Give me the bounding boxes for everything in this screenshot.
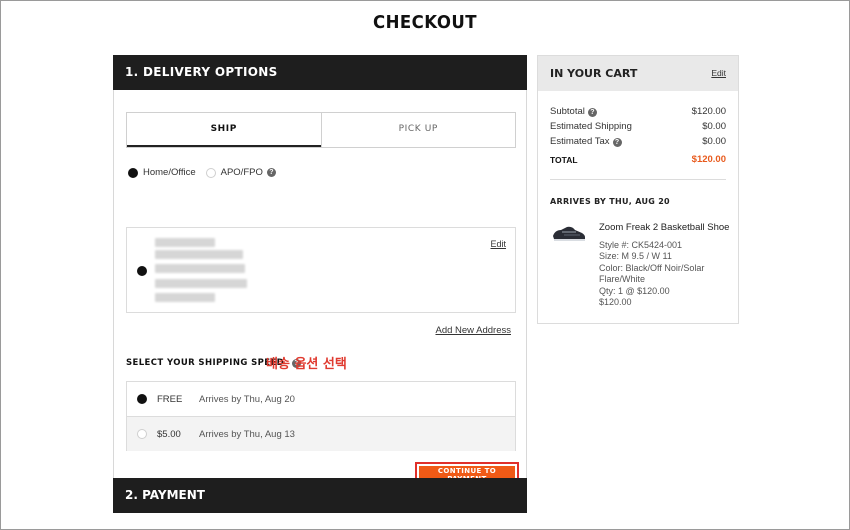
cart-title: IN YOUR CART (550, 67, 638, 80)
shipping-row: Estimated Shipping $0.00 (550, 119, 726, 134)
product-info: Zoom Freak 2 Basketball Shoe Style #: CK… (599, 222, 734, 309)
redacted-address-line (155, 279, 247, 288)
arrives-label: ARRIVES BY THU, AUG 20 (550, 197, 670, 206)
subtotal-value: $120.00 (691, 106, 726, 117)
shipping-option-paid[interactable]: $5.00 Arrives by Thu, Aug 13 (127, 416, 515, 451)
product-qty: Qty: 1 @ $120.00 (599, 285, 670, 296)
shipping-arrival: Arrives by Thu, Aug 20 (199, 393, 295, 405)
shipping-arrival: Arrives by Thu, Aug 13 (199, 428, 295, 440)
redacted-address-line (155, 250, 243, 259)
radio-selected-icon (128, 167, 138, 178)
help-icon[interactable]: ? (587, 108, 597, 117)
address-type-apo-fpo[interactable]: APO/FPO ? (205, 167, 276, 178)
tab-pick-up[interactable]: PICK UP (320, 113, 516, 147)
help-icon[interactable]: ? (612, 138, 622, 147)
address-type-label: APO/FPO (220, 167, 263, 178)
total-value: $120.00 (691, 154, 726, 165)
product-color: Color: Black/Off Noir/Solar Flare/White (599, 262, 705, 285)
shipping-option-free[interactable]: FREE Arrives by Thu, Aug 20 (127, 382, 515, 416)
delivery-tabs: SHIP PICK UP (126, 112, 516, 148)
radio-unselected-icon (137, 429, 147, 439)
cart-summary: IN YOUR CART Edit Subtotal? $120.00 Esti… (537, 55, 739, 324)
cart-edit-link[interactable]: Edit (711, 56, 726, 91)
shipping-value: $0.00 (702, 121, 726, 132)
redacted-address-line (155, 238, 215, 247)
subtotal-row: Subtotal? $120.00 (550, 104, 726, 119)
address-type-label: Home/Office (143, 167, 196, 178)
cart-header: IN YOUR CART Edit (538, 56, 738, 91)
annotation-label: 배송 옵션 선택 (266, 357, 347, 372)
subtotal-label: Subtotal (550, 106, 585, 117)
product-price: $120.00 (599, 297, 632, 307)
product-style: Style #: CK5424-001 (599, 239, 683, 250)
order-summary: Subtotal? $120.00 Estimated Shipping $0.… (538, 91, 738, 167)
shipping-label: Estimated Shipping (550, 121, 632, 132)
shipping-speed-text: SELECT YOUR SHIPPING SPEED (126, 358, 285, 368)
redacted-address-line (155, 264, 245, 273)
tab-ship[interactable]: SHIP (127, 113, 321, 147)
shipping-price: $5.00 (157, 428, 181, 440)
delivery-header: 1. DELIVERY OPTIONS (113, 55, 527, 90)
page-title: CHECKOUT (372, 12, 478, 33)
add-new-address-link[interactable]: Add New Address (435, 325, 511, 336)
product-size: Size: M 9.5 / W 11 (599, 251, 672, 261)
delivery-section: 1. DELIVERY OPTIONS SHIP PICK UP Home/Of… (113, 55, 527, 501)
redacted-address-line (155, 293, 215, 302)
address-type-home-office[interactable]: Home/Office (128, 167, 196, 178)
total-row: TOTAL $120.00 (550, 152, 726, 167)
tax-label: Estimated Tax (550, 136, 610, 147)
saved-address-card[interactable]: Edit (126, 227, 516, 313)
shipping-speed-options: FREE Arrives by Thu, Aug 20 $5.00 Arrive… (126, 381, 516, 451)
radio-selected-icon (137, 266, 147, 276)
help-icon[interactable]: ? (266, 168, 276, 177)
radio-unselected-icon (205, 167, 216, 178)
payment-header[interactable]: 2. PAYMENT (113, 478, 527, 513)
product-name[interactable]: Zoom Freak 2 Basketball Shoe (599, 222, 734, 234)
shoe-image (553, 226, 585, 241)
delivery-card: SHIP PICK UP Home/Office APO/FPO ? Edit … (113, 90, 527, 501)
tax-row: Estimated Tax? $0.00 (550, 134, 726, 149)
radio-selected-icon (137, 394, 147, 404)
shipping-price: FREE (157, 393, 183, 405)
total-label: TOTAL (550, 154, 578, 165)
edit-address-link[interactable]: Edit (490, 239, 506, 249)
address-type-group: Home/Office APO/FPO ? (128, 167, 286, 178)
tax-value: $0.00 (702, 136, 726, 147)
